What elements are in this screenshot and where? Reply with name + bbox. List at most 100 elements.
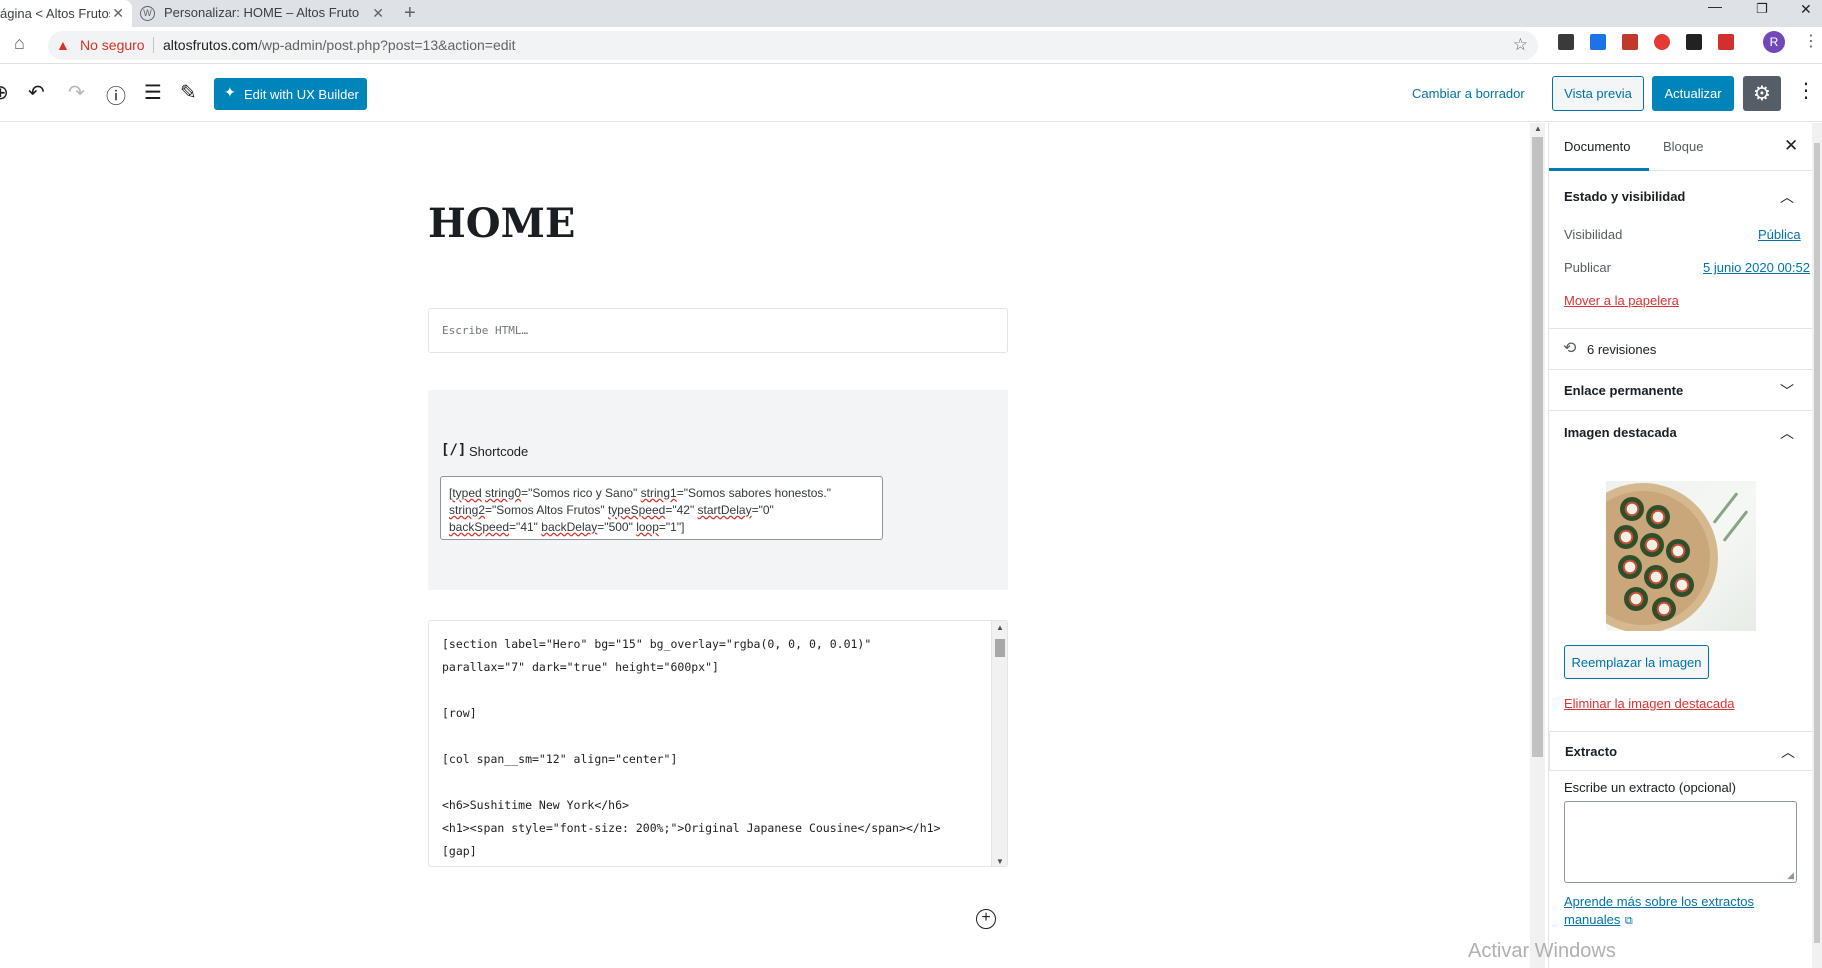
extension-icon[interactable] <box>1590 34 1606 50</box>
excerpt-help-link[interactable]: Aprende más sobre los extractos manuales… <box>1564 893 1759 930</box>
outline-icon[interactable]: ☰ <box>144 80 162 105</box>
extension-icon[interactable] <box>1686 34 1702 50</box>
home-icon[interactable]: ⌂ <box>14 33 25 54</box>
gear-icon: ⚙ <box>1753 83 1771 105</box>
page-scrollbar[interactable] <box>1812 123 1822 968</box>
leaf <box>1722 510 1749 542</box>
excerpt-textarea[interactable]: ◢ <box>1564 801 1797 883</box>
resize-handle-icon[interactable]: ◢ <box>1787 870 1794 881</box>
scroll-up-icon[interactable]: ▲ <box>1534 124 1542 133</box>
close-icon[interactable]: ✕ <box>112 5 124 22</box>
visibility-label: Visibilidad <box>1564 227 1623 242</box>
tab-personalizar[interactable]: W Personalizar: HOME – Altos Fruto ✕ <box>140 0 392 27</box>
sushi-roll <box>1624 587 1648 611</box>
shortcode-icon: [/] <box>441 442 467 458</box>
tab-block[interactable]: Bloque <box>1663 139 1703 154</box>
minimize-icon[interactable]: — <box>1708 0 1722 14</box>
editor-scroll-thumb[interactable] <box>1532 137 1543 757</box>
scroll-up-icon[interactable]: ▲ <box>996 623 1004 632</box>
code-content[interactable]: [section label="Hero" bg="15" bg_overlay… <box>442 633 982 863</box>
url-text[interactable]: altosfrutos.com/wp-admin/post.php?post=1… <box>163 37 516 53</box>
close-icon[interactable]: ✕ <box>372 5 384 22</box>
page-title[interactable]: HOME <box>428 200 575 247</box>
page-scroll-thumb[interactable] <box>1814 143 1820 943</box>
remove-featured-image-link[interactable]: Eliminar la imagen destacada <box>1564 696 1735 711</box>
html-block[interactable]: Escribe HTML… <box>428 308 1008 353</box>
code-scrollbar[interactable]: ▲ ▼ <box>991 621 1007 866</box>
sidebar-tabs: Documento Bloque ✕ <box>1549 123 1813 171</box>
wordpress-icon: W <box>140 6 155 21</box>
trash-link[interactable]: Mover a la papelera <box>1564 293 1679 308</box>
shortcode-block[interactable]: [/] Shortcode [typed string0="Somos rico… <box>428 390 1008 590</box>
extension-icon[interactable] <box>1622 34 1638 50</box>
leaf <box>1712 492 1739 524</box>
more-options-icon[interactable]: ⋮ <box>1796 78 1816 103</box>
editor-scrollbar[interactable]: ▲ <box>1530 123 1545 968</box>
divider <box>1549 410 1813 411</box>
redo-icon[interactable]: ↷ <box>68 80 85 105</box>
undo-icon[interactable]: ↶ <box>28 80 45 105</box>
sushi-roll <box>1652 597 1676 621</box>
settings-sidebar: Documento Bloque ✕ Estado y visibilidad … <box>1548 123 1813 968</box>
chevron-down-icon[interactable]: ﹀ <box>1780 381 1794 401</box>
permalink-panel-title[interactable]: Enlace permanente <box>1564 383 1683 398</box>
extension-icon[interactable] <box>1654 34 1670 50</box>
profile-avatar[interactable]: R <box>1763 31 1785 53</box>
visibility-value-link[interactable]: Pública <box>1758 227 1801 242</box>
browser-menu-icon[interactable]: ⋮ <box>1803 31 1819 51</box>
settings-button[interactable]: ⚙ <box>1743 76 1781 111</box>
close-icon[interactable]: ✕ <box>1784 136 1798 156</box>
star-icon[interactable]: ☆ <box>1513 35 1528 55</box>
sushi-roll <box>1618 555 1642 579</box>
code-block[interactable]: [section label="Hero" bg="15" bg_overlay… <box>428 620 1008 867</box>
switch-to-draft-link[interactable]: Cambiar a borrador <box>1412 86 1525 101</box>
sushi-roll <box>1620 497 1644 521</box>
preview-button[interactable]: Vista previa <box>1552 76 1644 111</box>
add-block-button[interactable]: + <box>976 909 996 929</box>
browser-tab-bar: ágina < Altos Frutos | S ✕ W Personaliza… <box>0 0 1822 27</box>
shortcode-textarea[interactable]: [typed string0="Somos rico y Sano" strin… <box>440 476 883 540</box>
excerpt-panel-title: Extracto <box>1565 744 1618 759</box>
chevron-up-icon[interactable]: ︿ <box>1780 187 1794 207</box>
chevron-up-icon[interactable]: ︿ <box>1780 423 1794 443</box>
scroll-down-icon[interactable]: ▼ <box>996 857 1004 866</box>
publish-label: Publicar <box>1564 260 1611 275</box>
tab-title: Personalizar: HOME – Altos Fruto <box>164 5 360 20</box>
restore-icon[interactable]: ❐ <box>1756 1 1768 17</box>
featured-image[interactable] <box>1606 481 1756 631</box>
edit-icon[interactable]: ✎ <box>180 80 197 105</box>
ux-builder-icon: ✦ <box>224 84 236 100</box>
publish-date-link[interactable]: 5 junio 2020 00:52 <box>1703 260 1810 275</box>
divider <box>1549 328 1813 329</box>
status-panel-title[interactable]: Estado y visibilidad <box>1564 189 1685 204</box>
excerpt-panel-header[interactable]: Extracto ︿ <box>1549 731 1813 771</box>
url-domain: altosfrutos.com <box>163 37 258 53</box>
new-tab-button[interactable]: + <box>404 2 416 25</box>
sushi-roll <box>1666 539 1690 563</box>
ux-builder-label: Edit with UX Builder <box>244 86 359 102</box>
extension-icon[interactable] <box>1558 34 1574 50</box>
tab-title: ágina < Altos Frutos | S <box>0 6 110 21</box>
close-window-icon[interactable]: ✕ <box>1800 1 1812 18</box>
html-placeholder: Escribe HTML… <box>442 324 529 337</box>
windows-watermark: Activar Windows <box>1468 940 1616 962</box>
shortcode-label: Shortcode <box>469 444 529 459</box>
replace-image-button[interactable]: Reemplazar la imagen <box>1564 645 1709 679</box>
ux-builder-button[interactable]: ✦ Edit with UX Builder <box>214 78 367 110</box>
tab-document[interactable]: Documento <box>1564 139 1630 154</box>
editor-header: ⊕ ↶ ↷ ⓘ ☰ ✎ ✦ Edit with UX Builder Cambi… <box>0 64 1822 122</box>
divider <box>1549 369 1813 370</box>
omnibox[interactable]: ▲ No seguro altosfrutos.com/wp-admin/pos… <box>48 31 1538 60</box>
warning-icon: ▲ <box>56 37 70 53</box>
update-button[interactable]: Actualizar <box>1652 76 1734 111</box>
add-block-icon[interactable]: ⊕ <box>0 80 9 105</box>
pdf-extension-icon[interactable] <box>1718 34 1734 50</box>
revisions-link[interactable]: 6 revisiones <box>1587 342 1656 357</box>
chevron-up-icon[interactable]: ︿ <box>1781 742 1795 762</box>
tab-pagina[interactable]: ágina < Altos Frutos | S ✕ <box>0 0 132 27</box>
code-scroll-thumb[interactable] <box>995 639 1005 657</box>
security-status[interactable]: No seguro <box>80 37 145 53</box>
info-icon[interactable]: ⓘ <box>106 80 126 109</box>
url-path: /wp-admin/post.php?post=13&action=edit <box>257 37 516 53</box>
featured-image-panel-title[interactable]: Imagen destacada <box>1564 425 1677 440</box>
